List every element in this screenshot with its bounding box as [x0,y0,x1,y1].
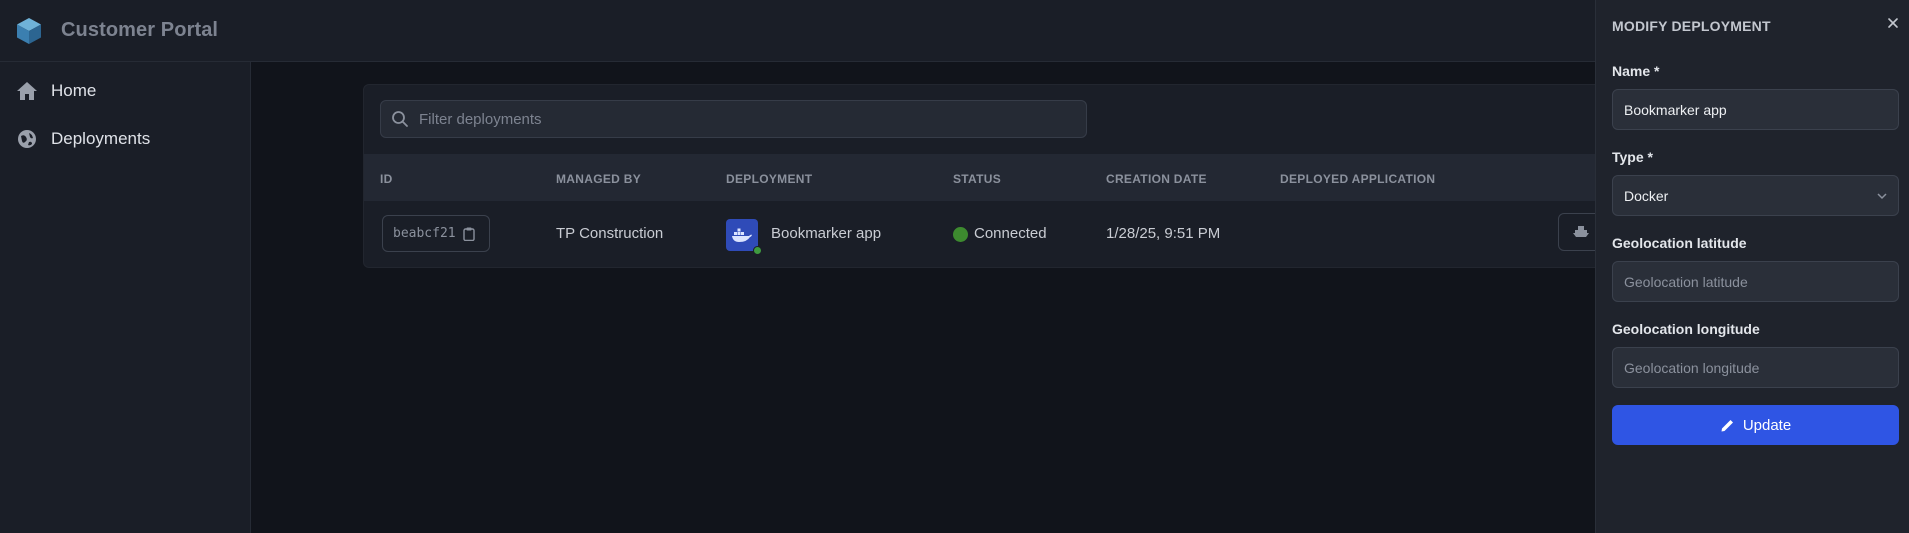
app-title: Customer Portal [61,19,219,41]
docker-icon [726,219,758,251]
table-header: ID MANAGED BY DEPLOYMENT STATUS CREATION… [364,154,1612,201]
close-icon[interactable] [1886,16,1900,30]
column-header-deployment[interactable]: DEPLOYMENT [726,172,812,186]
sidebar-item-label: Deployments [51,129,151,148]
home-icon [16,80,38,102]
deployment-id: beabcf21 [393,226,456,241]
name-label: Name * [1612,63,1660,79]
latitude-label: Geolocation latitude [1612,235,1747,251]
managed-by-cell: TP Construction [556,225,664,242]
copy-id-button[interactable]: beabcf21 [382,215,490,252]
sidebar: Home Deployments [0,62,251,533]
update-button-label: Update [1742,416,1792,434]
sidebar-item-home[interactable]: Home [16,79,96,103]
deployments-card: ID MANAGED BY DEPLOYMENT STATUS CREATION… [363,84,1613,268]
deployments-icon [16,128,38,150]
top-bar: Customer Portal [0,0,1595,62]
modify-deployment-drawer: MODIFY DEPLOYMENT Name * Type * Docker G… [1595,0,1909,533]
latitude-field[interactable] [1612,261,1899,302]
status-text: Connected [974,225,1047,242]
type-label: Type * [1612,149,1653,165]
clipboard-icon [462,227,475,241]
creation-date-cell: 1/28/25, 9:51 PM [1106,225,1221,242]
pencil-icon [1721,419,1733,431]
column-header-deployed-application[interactable]: DEPLOYED APPLICATION [1280,172,1435,186]
search-input[interactable] [419,110,1059,128]
column-header-id[interactable]: ID [380,172,393,186]
type-selected-value: Docker [1624,187,1669,204]
drawer-title: MODIFY DEPLOYMENT [1612,18,1771,34]
column-header-status[interactable]: STATUS [953,172,1001,186]
search-icon [392,111,408,127]
longitude-label: Geolocation longitude [1612,321,1760,337]
status-indicator [953,227,968,242]
deployment-name-link[interactable]: Bookmarker app [771,225,881,242]
type-select[interactable]: Docker [1612,175,1899,216]
sidebar-item-deployments[interactable]: Deployments [16,127,150,151]
longitude-field[interactable] [1612,347,1899,388]
name-field[interactable] [1612,89,1899,130]
chevron-down-icon [1877,193,1887,200]
deployment-online-dot [753,246,762,255]
ship-icon [1573,226,1589,237]
update-button[interactable]: Update [1612,405,1899,445]
column-header-managed-by[interactable]: MANAGED BY [556,172,641,186]
column-header-creation-date[interactable]: CREATION DATE [1106,172,1207,186]
search-box[interactable] [380,100,1087,138]
cube-logo-icon [17,17,41,44]
table-row[interactable]: beabcf21 TP Construction Bookmarker app … [364,201,1612,267]
sidebar-item-label: Home [51,81,97,100]
